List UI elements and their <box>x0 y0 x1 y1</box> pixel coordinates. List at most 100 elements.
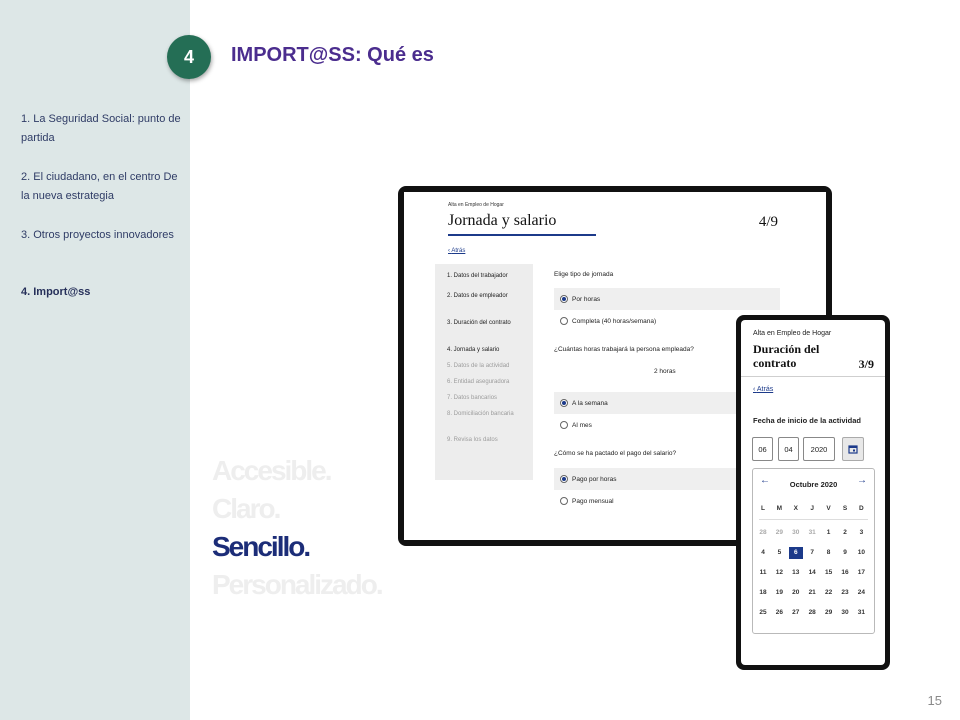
tagline-claro: Claro. <box>212 493 281 524</box>
phone-kicker: Alta en Empleo de Hogar <box>753 330 832 337</box>
tablet-form-title: Jornada y salario <box>448 212 557 229</box>
step-item-current[interactable]: 4. Jornada y salario <box>447 346 527 355</box>
calendar-day[interactable]: 29 <box>822 607 836 619</box>
radio-icon <box>560 497 568 505</box>
tablet-back-link[interactable]: ‹ Atrás <box>448 248 465 254</box>
calendar-day[interactable]: 20 <box>789 587 803 599</box>
calendar-day[interactable]: 10 <box>854 547 868 559</box>
weekday-label: X <box>793 505 798 512</box>
calendar-day[interactable]: 9 <box>838 547 852 559</box>
calendar-divider <box>759 519 868 520</box>
option-label: Por horas <box>572 295 601 303</box>
calendar-day[interactable]: 28 <box>805 607 819 619</box>
calendar-day[interactable]: 17 <box>854 567 868 579</box>
phone-step-counter: 3/9 <box>858 357 874 371</box>
calendar-day[interactable]: 8 <box>822 547 836 559</box>
calendar-day[interactable]: 13 <box>789 567 803 579</box>
step-item: 6. Entidad aseguradora <box>447 379 510 385</box>
calendar-day[interactable]: 19 <box>772 587 786 599</box>
step-item: 9. Revisa los datos <box>447 437 498 443</box>
radio-icon <box>560 317 568 325</box>
calendar-day[interactable]: 24 <box>854 587 868 599</box>
step-item[interactable]: 1. Datos del trabajador <box>447 272 527 281</box>
slide-title: IMPORT@SS: Qué es <box>231 44 434 66</box>
step-item[interactable]: 2. Datos de empleador <box>447 292 527 301</box>
phone-mockup: Alta en Empleo de Hogar Duración del con… <box>736 315 890 670</box>
question-pago: ¿Cómo se ha pactado el pago del salario? <box>554 450 677 457</box>
option-label: Completa (40 horas/semana) <box>572 317 657 325</box>
sidebar-item-ciudadano[interactable]: 2. El ciudadano, en el centro De la nuev… <box>21 168 181 206</box>
date-label: Fecha de inicio de la actividad <box>753 416 861 425</box>
calendar-day[interactable]: 27 <box>789 607 803 619</box>
sidebar: 1. La Seguridad Social: punto de partida… <box>0 0 190 720</box>
step-item: 7. Datos bancarios <box>447 395 498 401</box>
calendar-day[interactable]: 7 <box>805 547 819 559</box>
calendar-day[interactable]: 22 <box>822 587 836 599</box>
option-label: A la semana <box>572 399 608 407</box>
step-item: 5. Datos de la actividad <box>447 363 510 369</box>
option-label: Pago por horas <box>572 475 617 483</box>
calendar-day[interactable]: 29 <box>772 527 786 539</box>
radio-icon <box>560 421 568 429</box>
day-input[interactable]: 06 <box>752 437 773 461</box>
sidebar-item-importass[interactable]: 4. Import@ss <box>21 283 181 302</box>
calendar-day[interactable]: 18 <box>756 587 770 599</box>
phone-screen: Alta en Empleo de Hogar Duración del con… <box>741 320 885 665</box>
calendar-day[interactable]: 4 <box>756 547 770 559</box>
calendar-day[interactable]: 30 <box>789 527 803 539</box>
calendar-icon <box>848 445 858 454</box>
step-item[interactable]: 3. Duración del contrato <box>447 319 527 328</box>
phone-back-link[interactable]: ‹ Atrás <box>753 386 773 393</box>
option-label: Pago mensual <box>572 497 614 505</box>
calendar-day[interactable]: 28 <box>756 527 770 539</box>
calendar-day[interactable]: 3 <box>854 527 868 539</box>
calendar-popup: ← Octubre 2020 → LMXJVSD 28 29 30 31 1 2 3 4 5 6 7… <box>752 468 875 634</box>
tagline-accesible: Accesible. <box>212 455 333 486</box>
weekday-label: M <box>776 505 783 512</box>
weekday-label: S <box>842 505 848 512</box>
tagline-sencillo: Sencillo. <box>212 531 311 562</box>
calendar-day[interactable]: 11 <box>756 567 770 579</box>
weekday-label: L <box>761 505 765 512</box>
calendar-day-selected[interactable]: 6 <box>788 547 803 559</box>
sidebar-item-otros-proyectos[interactable]: 3. Otros proyectos innovadores <box>21 226 181 245</box>
question-horas: ¿Cuántas horas trabajará la persona empl… <box>554 346 694 353</box>
question-jornada: Elige tipo de jornada <box>554 271 614 278</box>
calendar-day[interactable]: 12 <box>772 567 786 579</box>
calendar-day[interactable]: 31 <box>854 607 868 619</box>
tablet-back-label: Atrás <box>451 248 466 254</box>
phone-back-label: Atrás <box>756 386 774 393</box>
weekday-label: D <box>859 505 864 512</box>
radio-option-por-horas[interactable]: Por horas <box>554 288 780 310</box>
weekday-label: J <box>810 505 814 512</box>
calendar-day[interactable]: 21 <box>805 587 819 599</box>
arrow-right-icon[interactable]: → <box>857 475 867 486</box>
calendar-day[interactable]: 30 <box>838 607 852 619</box>
taglines: Accesible. Claro. Sencillo. Personalizad… <box>212 452 384 604</box>
sidebar-item-seguridad-social[interactable]: 1. La Seguridad Social: punto de partida <box>21 110 181 148</box>
calendar-day[interactable]: 31 <box>805 527 819 539</box>
option-label: Al mes <box>572 421 592 429</box>
page-number: 15 <box>927 693 942 708</box>
calendar-day[interactable]: 5 <box>772 547 786 559</box>
calendar-day[interactable]: 1 <box>822 527 836 539</box>
tablet-kicker: Alta en Empleo de Hogar <box>448 202 504 208</box>
tablet-step-counter: 4/9 <box>758 214 778 230</box>
step-item: 8. Domiciliación bancaria <box>447 411 514 417</box>
calendar-button[interactable] <box>842 437 864 461</box>
calendar-day[interactable]: 26 <box>772 607 786 619</box>
year-input[interactable]: 2020 <box>803 437 835 461</box>
calendar-day[interactable]: 14 <box>805 567 819 579</box>
weekday-label: V <box>826 505 831 512</box>
calendar-day[interactable]: 16 <box>838 567 852 579</box>
radio-selected-icon <box>560 475 568 483</box>
month-input[interactable]: 04 <box>778 437 799 461</box>
calendar-day[interactable]: 2 <box>838 527 852 539</box>
divider <box>741 376 885 377</box>
steps-panel: 1. Datos del trabajador 2. Datos de empl… <box>435 264 533 480</box>
calendar-day[interactable]: 23 <box>838 587 852 599</box>
hours-input[interactable]: 2 horas <box>654 368 676 375</box>
calendar-day[interactable]: 25 <box>756 607 770 619</box>
calendar-day[interactable]: 15 <box>822 567 836 579</box>
calendar-month-label: Octubre 2020 <box>789 480 838 489</box>
